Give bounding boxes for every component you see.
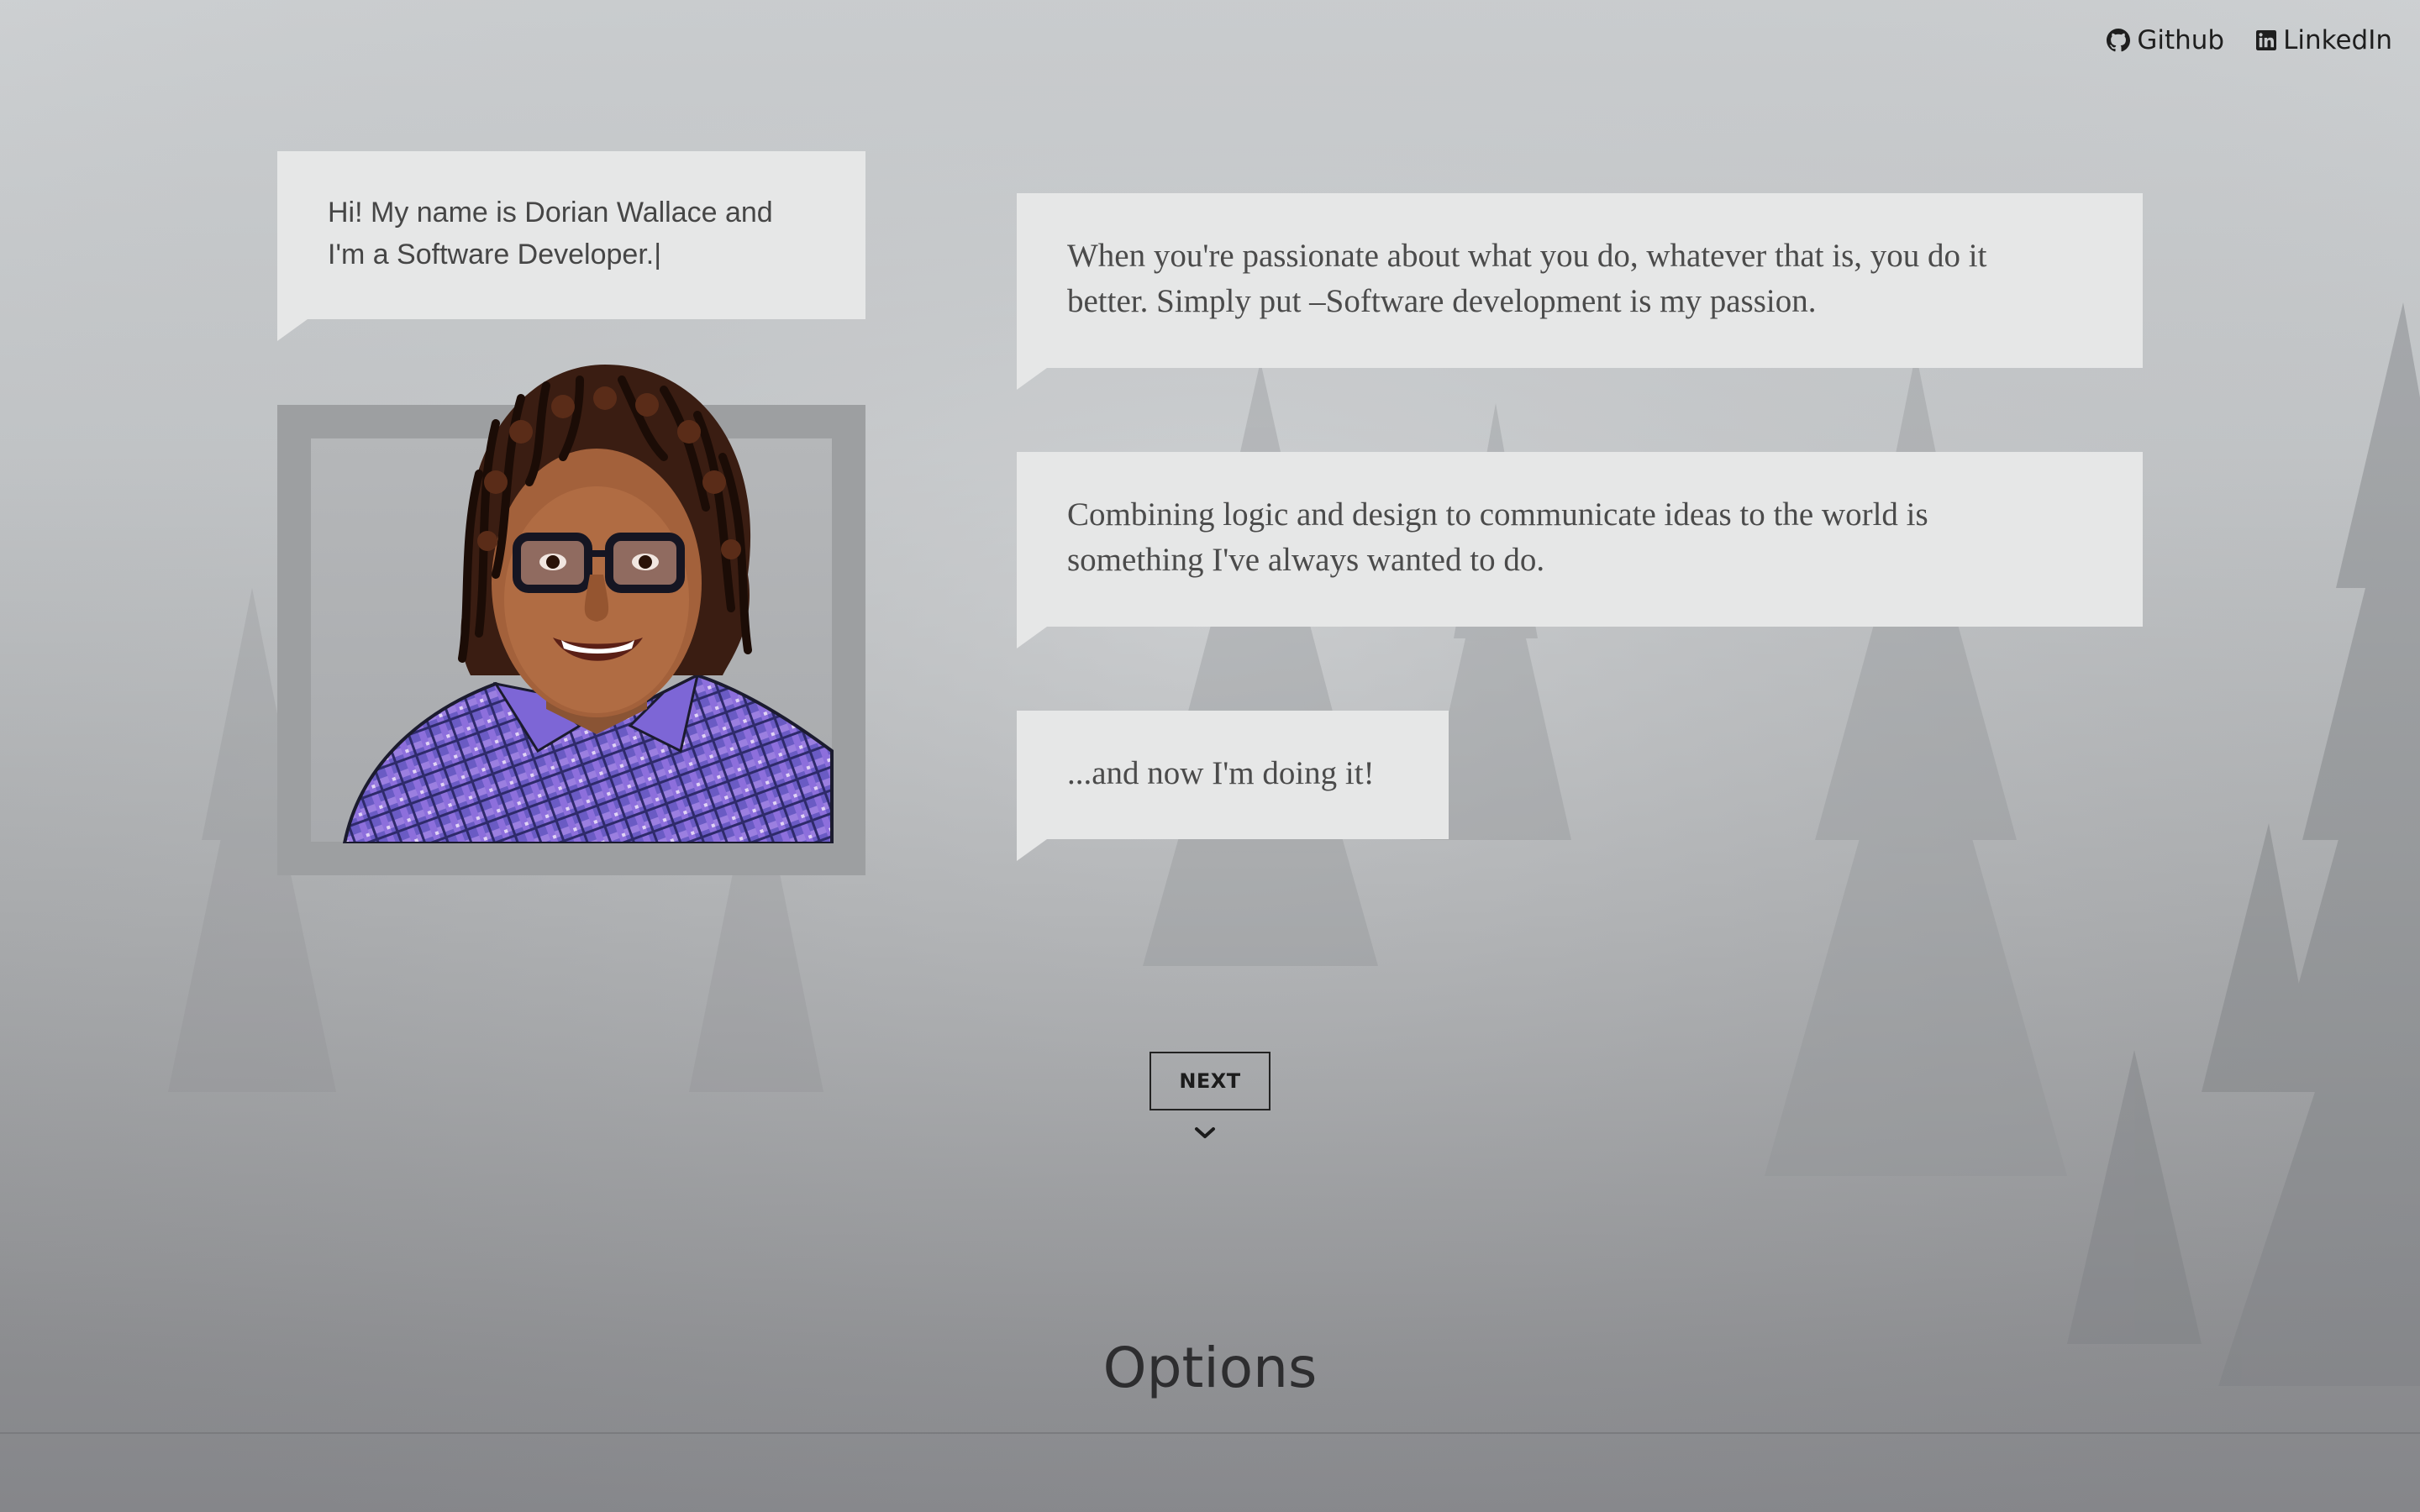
github-icon [2107, 29, 2131, 52]
passion-line-1: When you're passionate about what you do… [1067, 238, 1987, 274]
passion-line-2: better. Simply put –Software development… [1067, 283, 1817, 319]
section-title: Options [1102, 1336, 1318, 1400]
github-link[interactable]: Github [2107, 25, 2224, 55]
top-navigation: Github LinkedIn [2107, 25, 2392, 55]
intro-line-1: Hi! My name is Dorian Wallace and [328, 197, 773, 228]
design-speech-bubble: Combining logic and design to communicat… [1017, 452, 2143, 648]
intro-speech-bubble: Hi! My name is Dorian Wallace and I'm a … [277, 151, 865, 341]
chevron-down-icon[interactable] [1193, 1126, 1217, 1141]
doing-it-speech-bubble: ...and now I'm doing it! [1017, 711, 1449, 861]
design-line-1: Combining logic and design to communicat… [1067, 496, 1928, 533]
doing-it-text: ...and now I'm doing it! [1067, 755, 1375, 791]
linkedin-link[interactable]: LinkedIn [2256, 25, 2392, 55]
section-divider [0, 1432, 2420, 1434]
intro-line-2: I'm a Software Developer.| [328, 239, 662, 270]
github-label: Github [2137, 25, 2225, 55]
linkedin-label: LinkedIn [2283, 25, 2392, 55]
next-button-label: NEXT [1179, 1069, 1241, 1093]
linkedin-icon [2256, 30, 2277, 50]
next-button[interactable]: NEXT [1150, 1052, 1270, 1110]
passion-speech-bubble: When you're passionate about what you do… [1017, 193, 2143, 390]
design-line-2: something I've always wanted to do. [1067, 542, 1545, 578]
avatar [342, 365, 834, 843]
